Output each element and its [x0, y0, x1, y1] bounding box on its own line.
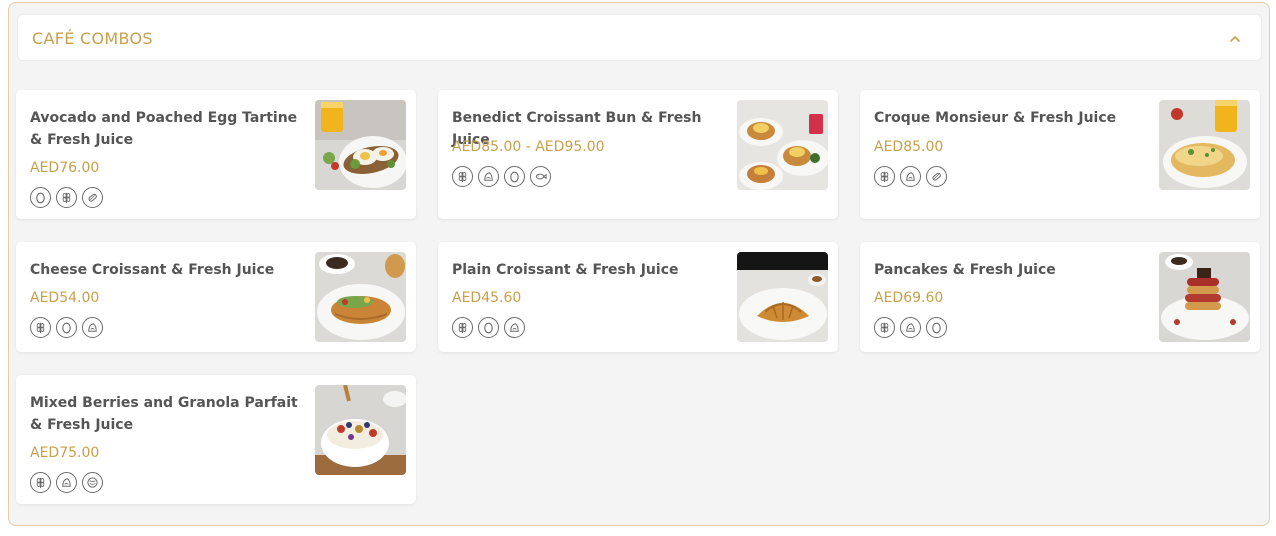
- milk-icon: [900, 166, 921, 187]
- dietary-icons: [874, 317, 947, 338]
- fish-icon: [530, 166, 551, 187]
- item-image[interactable]: [315, 252, 406, 342]
- item-name: Mixed Berries and Granola Parfait & Fres…: [30, 395, 298, 433]
- item-price: AED76.00: [30, 160, 100, 176]
- nut-icon: [82, 472, 103, 493]
- menu-item-card[interactable]: Cheese Croissant & Fresh Juice AED54.00: [16, 242, 416, 352]
- item-price: AED85.00: [874, 139, 944, 155]
- wheat-icon: [874, 166, 895, 187]
- item-name: Avocado and Poached Egg Tartine & Fresh …: [30, 110, 298, 148]
- item-price: AED75.00: [30, 445, 100, 461]
- item-image[interactable]: [315, 100, 406, 190]
- menu-item-card[interactable]: Pancakes & Fresh Juice AED69.60: [860, 242, 1260, 352]
- milk-icon: [56, 472, 77, 493]
- wheat-icon: [874, 317, 895, 338]
- milk-icon: [478, 166, 499, 187]
- egg-icon: [926, 317, 947, 338]
- soy-icon: [82, 187, 103, 208]
- item-name: Croque Monsieur & Fresh Juice: [874, 110, 1117, 126]
- egg-icon: [504, 166, 525, 187]
- item-image[interactable]: [315, 385, 406, 475]
- menu-item-card[interactable]: Plain Croissant & Fresh Juice AED45.60: [438, 242, 838, 352]
- item-price: AED85.00 - AED95.00: [452, 139, 605, 155]
- item-price: AED54.00: [30, 290, 100, 306]
- egg-icon: [478, 317, 499, 338]
- item-image[interactable]: [1159, 252, 1250, 342]
- wheat-icon: [56, 187, 77, 208]
- menu-item-card[interactable]: Avocado and Poached Egg Tartine & Fresh …: [16, 90, 416, 219]
- dietary-icons: [874, 166, 947, 187]
- item-image[interactable]: [737, 100, 828, 190]
- section-header[interactable]: CAFÉ COMBOS: [17, 14, 1262, 61]
- milk-icon: [82, 317, 103, 338]
- item-price: AED45.60: [452, 290, 522, 306]
- dietary-icons: [30, 472, 103, 493]
- section-title: CAFÉ COMBOS: [32, 29, 153, 48]
- wheat-icon: [30, 472, 51, 493]
- item-name: Pancakes & Fresh Juice: [874, 262, 1056, 278]
- dietary-icons: [452, 166, 551, 187]
- wheat-icon: [452, 317, 473, 338]
- wheat-icon: [452, 166, 473, 187]
- soy-icon: [926, 166, 947, 187]
- menu-item-card[interactable]: Benedict Croissant Bun & Fresh Juice AED…: [438, 90, 838, 219]
- milk-icon: [900, 317, 921, 338]
- dietary-icons: [452, 317, 525, 338]
- item-price: AED69.60: [874, 290, 944, 306]
- milk-icon: [504, 317, 525, 338]
- item-name: Cheese Croissant & Fresh Juice: [30, 262, 275, 278]
- item-image[interactable]: [1159, 100, 1250, 190]
- dietary-icons: [30, 187, 103, 208]
- egg-icon: [30, 187, 51, 208]
- wheat-icon: [30, 317, 51, 338]
- menu-item-card[interactable]: Croque Monsieur & Fresh Juice AED85.00: [860, 90, 1260, 219]
- item-image[interactable]: [737, 252, 828, 342]
- chevron-up-icon[interactable]: [1229, 33, 1241, 45]
- dietary-icons: [30, 317, 103, 338]
- item-name: Plain Croissant & Fresh Juice: [452, 262, 679, 278]
- egg-icon: [56, 317, 77, 338]
- menu-item-card[interactable]: Mixed Berries and Granola Parfait & Fres…: [16, 375, 416, 504]
